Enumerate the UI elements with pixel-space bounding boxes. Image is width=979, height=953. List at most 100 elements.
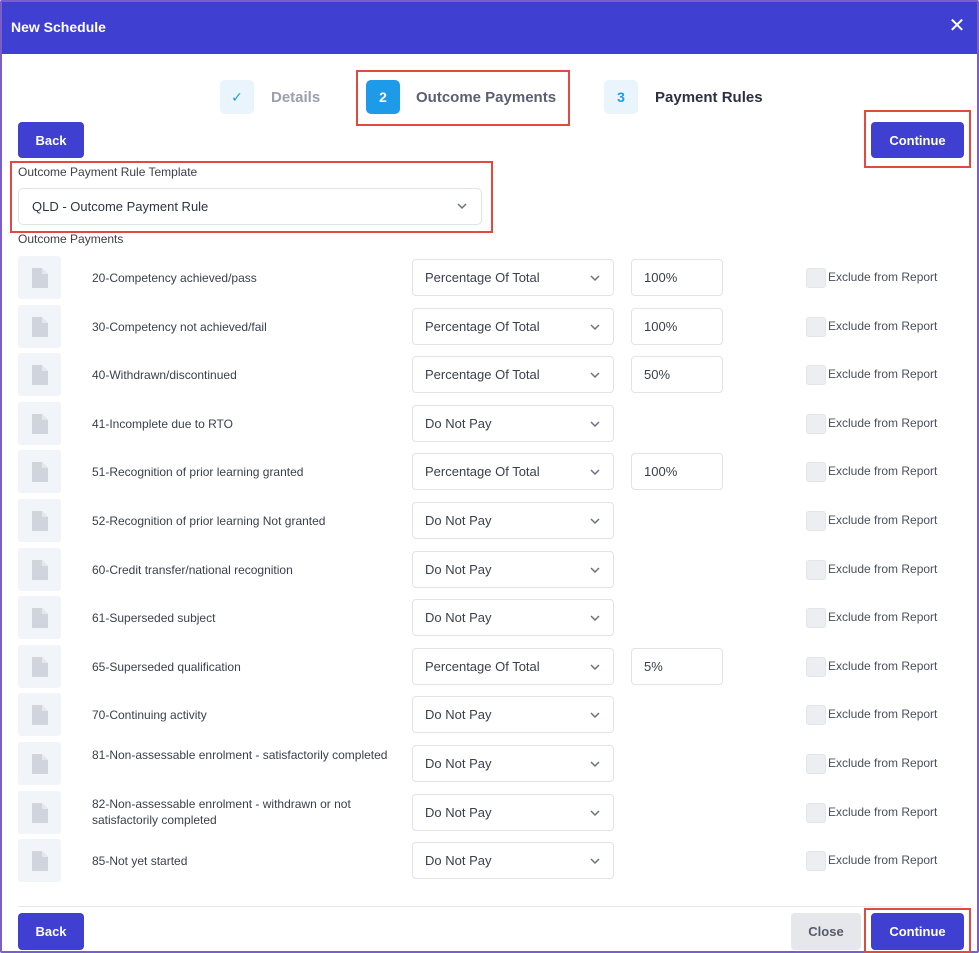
exclude-label: Exclude from Report [828, 319, 938, 333]
exclude-checkbox[interactable] [806, 414, 826, 434]
file-icon [18, 548, 61, 591]
outcome-label: 41-Incomplete due to RTO [92, 417, 233, 431]
step-label-payment-rules: Payment Rules [655, 88, 763, 106]
step-outcome-payments[interactable]: 2 Outcome Payments [366, 80, 556, 114]
payment-method-select[interactable]: Percentage Of Total [412, 648, 614, 685]
exclude-checkbox[interactable] [806, 705, 826, 725]
outcome-label: 85-Not yet started [92, 854, 188, 868]
outcome-label: 70-Continuing activity [92, 708, 207, 722]
payment-method-select[interactable]: Do Not Pay [412, 696, 614, 733]
step-details[interactable]: ✓ Details [220, 80, 320, 114]
chevron-down-icon [590, 469, 600, 476]
file-icon [18, 791, 61, 834]
payment-method-select[interactable]: Percentage Of Total [412, 259, 614, 296]
exclude-checkbox[interactable] [806, 365, 826, 385]
payment-amount-input[interactable]: 100% [631, 453, 723, 490]
file-icon [18, 450, 61, 493]
file-icon [18, 645, 61, 688]
chevron-down-icon [590, 858, 600, 865]
outcome-label: 51-Recognition of prior learning granted [92, 465, 304, 479]
table-row: 65-Superseded qualification Percentage Of… [18, 645, 962, 688]
file-icon [18, 839, 61, 882]
file-icon [18, 353, 61, 396]
check-icon: ✓ [220, 80, 254, 114]
back-button-bottom[interactable]: Back [18, 913, 84, 950]
table-row: 52-Recognition of prior learning Not gra… [18, 499, 962, 542]
template-select[interactable]: QLD - Outcome Payment Rule [18, 188, 482, 225]
file-icon [18, 596, 61, 639]
exclude-label: Exclude from Report [828, 707, 938, 721]
exclude-checkbox[interactable] [806, 803, 826, 823]
close-button[interactable]: Close [791, 913, 861, 950]
payment-method-select[interactable]: Do Not Pay [412, 842, 614, 879]
payment-method-select[interactable]: Do Not Pay [412, 745, 614, 782]
payment-method-select[interactable]: Do Not Pay [412, 794, 614, 831]
exclude-checkbox[interactable] [806, 657, 826, 677]
outcome-label: 82-Non-assessable enrolment - withdrawn … [92, 797, 351, 827]
chevron-down-icon [590, 421, 600, 428]
file-icon [18, 742, 61, 785]
step-number-3: 3 [604, 80, 638, 114]
payment-method-select[interactable]: Do Not Pay [412, 599, 614, 636]
exclude-checkbox[interactable] [806, 462, 826, 482]
file-icon [18, 693, 61, 736]
outcome-label: 81-Non-assessable enrolment - satisfacto… [92, 748, 388, 762]
continue-button-top[interactable]: Continue [871, 122, 964, 158]
exclude-checkbox[interactable] [806, 317, 826, 337]
payment-method-value: Percentage Of Total [425, 319, 540, 334]
exclude-checkbox[interactable] [806, 560, 826, 580]
payment-amount-input[interactable]: 5% [631, 648, 723, 685]
chevron-down-icon [590, 712, 600, 719]
exclude-checkbox[interactable] [806, 851, 826, 871]
payment-method-select[interactable]: Percentage Of Total [412, 308, 614, 345]
exclude-checkbox[interactable] [806, 754, 826, 774]
payment-method-value: Do Not Pay [425, 416, 492, 431]
payment-amount-input[interactable]: 100% [631, 308, 723, 345]
chevron-down-icon [457, 203, 467, 210]
exclude-checkbox[interactable] [806, 268, 826, 288]
payment-method-value: Percentage Of Total [425, 659, 540, 674]
chevron-down-icon [590, 567, 600, 574]
exclude-checkbox[interactable] [806, 511, 826, 531]
payment-method-value: Do Not Pay [425, 756, 492, 771]
payment-method-select[interactable]: Do Not Pay [412, 502, 614, 539]
template-select-value: QLD - Outcome Payment Rule [32, 199, 209, 214]
payment-method-select[interactable]: Do Not Pay [412, 405, 614, 442]
table-row: 70-Continuing activity Do Not Pay Exclude … [18, 693, 962, 736]
step-label-details: Details [271, 88, 321, 106]
chevron-down-icon [590, 275, 600, 282]
outcome-label: 40-Withdrawn/discontinued [92, 368, 237, 382]
payment-method-value: Percentage Of Total [425, 270, 540, 285]
payment-method-select[interactable]: Do Not Pay [412, 551, 614, 588]
payment-amount-input[interactable]: 50% [631, 356, 723, 393]
chevron-down-icon [590, 664, 600, 671]
table-row: 41-Incomplete due to RTO Do Not Pay Exclud… [18, 402, 962, 445]
table-row: 82-Non-assessable enrolment - withdrawn … [18, 791, 962, 834]
payment-amount-value: 5% [644, 659, 663, 674]
exclude-label: Exclude from Report [828, 756, 938, 770]
exclude-checkbox[interactable] [806, 608, 826, 628]
payment-amount-value: 100% [644, 464, 678, 479]
continue-button-bottom[interactable]: Continue [871, 913, 964, 950]
chevron-down-icon [590, 761, 600, 768]
chevron-down-icon [590, 324, 600, 331]
payment-method-value: Percentage Of Total [425, 464, 540, 479]
outcome-label: 65-Superseded qualification [92, 660, 241, 674]
payment-method-value: Do Not Pay [425, 513, 492, 528]
payment-amount-value: 100% [644, 270, 678, 285]
table-row: 61-Superseded subject Do Not Pay Exclude f… [18, 596, 962, 639]
back-button-top[interactable]: Back [18, 122, 84, 158]
table-row: 85-Not yet started Do Not Pay Exclude from… [18, 839, 962, 882]
dialog-title: New Schedule [11, 19, 106, 35]
close-icon[interactable]: ✕ [945, 14, 969, 38]
chevron-down-icon [590, 615, 600, 622]
payment-method-select[interactable]: Percentage Of Total [412, 356, 614, 393]
outcome-payments-label: Outcome Payments [18, 232, 124, 246]
table-row: 30-Competency not achieved/fail Percentag… [18, 305, 962, 348]
step-payment-rules[interactable]: 3 Payment Rules [604, 80, 763, 114]
payment-method-select[interactable]: Percentage Of Total [412, 453, 614, 490]
exclude-label: Exclude from Report [828, 659, 938, 673]
payment-amount-input[interactable]: 100% [631, 259, 723, 296]
file-icon [18, 499, 61, 542]
exclude-label: Exclude from Report [828, 416, 938, 430]
